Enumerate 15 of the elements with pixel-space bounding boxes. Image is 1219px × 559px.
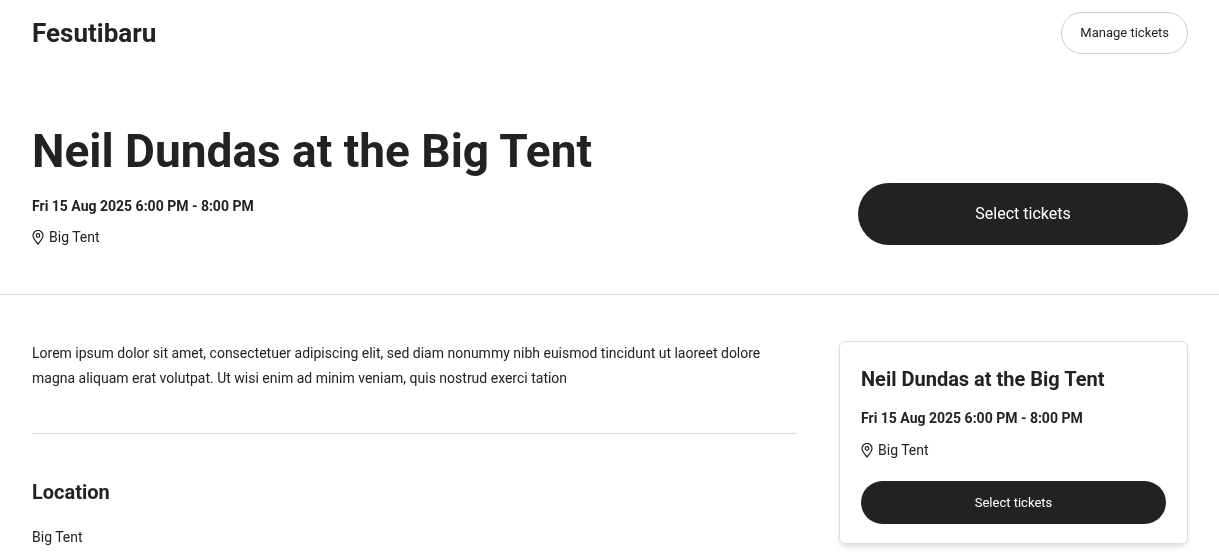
event-venue: Big Tent	[49, 228, 100, 247]
map-pin-icon	[32, 230, 44, 245]
event-title: Neil Dundas at the Big Tent	[32, 123, 592, 179]
map-pin-icon	[861, 443, 873, 458]
card-venue: Big Tent	[878, 441, 929, 460]
event-description: Lorem ipsum dolor sit amet, consectetuer adipiscing elit, sed diam nonummy nibh euismod tincidunt ut laoreet dolore magna aliquam erat volutpat. Ut wisi enim ad minim veniam, quis nostrud exerci tation	[32, 341, 797, 434]
card-datetime: Fri 15 Aug 2025 6:00 PM - 8:00 PM	[861, 409, 1084, 428]
card-title: Neil Dundas at the Big Tent	[861, 366, 1106, 393]
card-select-tickets-button[interactable]: Select tickets	[861, 481, 1166, 524]
location-heading: Location	[32, 479, 111, 506]
site-logo[interactable]: Fesutibaru	[32, 13, 157, 53]
location-venue: Big Tent	[32, 528, 84, 547]
manage-tickets-button[interactable]: Manage tickets	[1061, 12, 1188, 54]
event-datetime: Fri 15 Aug 2025 6:00 PM - 8:00 PM	[32, 197, 255, 216]
select-tickets-button[interactable]: Select tickets	[858, 183, 1188, 245]
